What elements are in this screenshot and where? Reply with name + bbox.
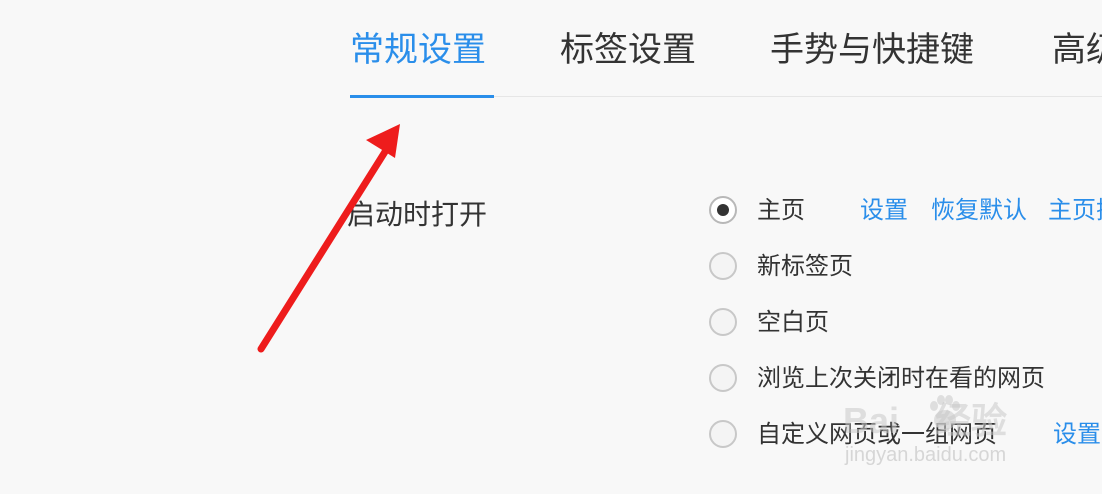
option-label-homepage: 主页 xyxy=(757,196,805,224)
homepage-more-link[interactable]: 主页搜 xyxy=(1048,195,1102,225)
option-label-last-session: 浏览上次关闭时在看的网页 xyxy=(757,364,1045,392)
startup-option-new-tab[interactable]: 新标签页 xyxy=(709,249,853,283)
option-label-blank: 空白页 xyxy=(757,308,829,336)
option-label-new-tab: 新标签页 xyxy=(757,252,853,280)
tab-tab-settings[interactable]: 标签设置 xyxy=(560,28,696,72)
radio-blank[interactable] xyxy=(709,308,737,336)
settings-tabbar: 常规设置 标签设置 手势与快捷键 高级 xyxy=(0,0,1102,98)
radio-last-session[interactable] xyxy=(709,364,737,392)
active-tab-indicator xyxy=(350,95,494,98)
startup-option-blank[interactable]: 空白页 xyxy=(709,305,829,339)
restore-default-link[interactable]: 恢复默认 xyxy=(931,195,1027,225)
homepage-set-link[interactable]: 设置 xyxy=(860,195,908,225)
tab-general-settings[interactable]: 常规设置 xyxy=(350,28,486,72)
custom-set-link[interactable]: 设置 xyxy=(1053,419,1101,449)
startup-option-homepage[interactable]: 主页 xyxy=(709,193,805,227)
tab-advanced[interactable]: 高级 xyxy=(1052,28,1102,72)
radio-homepage[interactable] xyxy=(709,196,737,224)
option-label-custom: 自定义网页或一组网页 xyxy=(757,420,997,448)
startup-option-last-session[interactable]: 浏览上次关闭时在看的网页 xyxy=(709,361,1045,395)
startup-setting-label: 启动时打开 xyxy=(347,198,488,231)
radio-new-tab[interactable] xyxy=(709,252,737,280)
startup-option-custom[interactable]: 自定义网页或一组网页 xyxy=(709,417,997,451)
radio-custom[interactable] xyxy=(709,420,737,448)
tab-gestures-shortcuts[interactable]: 手势与快捷键 xyxy=(770,28,974,72)
